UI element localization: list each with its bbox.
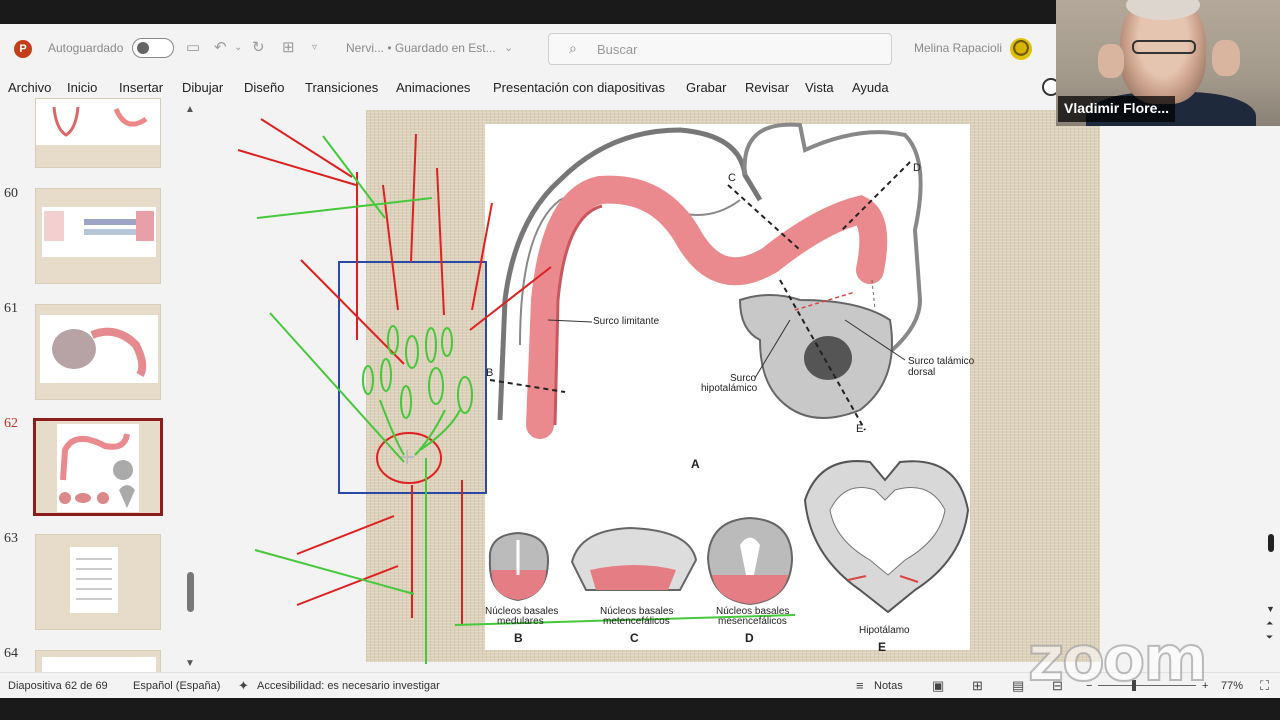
accessibility-icon[interactable]: ✦ bbox=[238, 678, 249, 694]
section-b bbox=[488, 531, 550, 602]
label-surco-hipotalamico-2: hipotalámico bbox=[701, 383, 758, 394]
figure-letter-b: B bbox=[514, 631, 523, 645]
language-indicator[interactable]: Español (España) bbox=[133, 680, 220, 692]
normal-view-icon[interactable]: ▣ bbox=[932, 678, 944, 694]
fit-to-window-icon[interactable]: ⛶ bbox=[1260, 678, 1269, 694]
label-nucleos-medulares-2: medulares bbox=[497, 616, 544, 627]
participant-video[interactable]: Vladimir Flore... bbox=[1056, 0, 1280, 126]
reading-view-icon[interactable]: ▤ bbox=[1012, 678, 1024, 694]
label-nucleos-mesenc-2: mesencefálicos bbox=[718, 616, 787, 627]
figure-letter-e: E bbox=[878, 640, 887, 654]
notes-icon[interactable]: ≡ bbox=[856, 678, 864, 693]
slide-sorter-icon[interactable]: ⊞ bbox=[972, 678, 983, 694]
prev-slide-icon[interactable]: ⏶ bbox=[1266, 618, 1273, 629]
bottom-black-bar bbox=[0, 698, 1280, 720]
line-letter-e: E bbox=[856, 423, 864, 435]
line-letter-b: B bbox=[486, 367, 494, 379]
line-letter-c: C bbox=[728, 172, 736, 184]
scroll-down-arrow-icon[interactable]: ▼ bbox=[1266, 604, 1275, 614]
zoom-level[interactable]: 77% bbox=[1221, 680, 1243, 692]
figure-letter-d: D bbox=[745, 631, 754, 645]
figure-letter-a: A bbox=[691, 457, 700, 471]
next-slide-icon[interactable]: ⏷ bbox=[1266, 632, 1273, 643]
participant-name: Vladimir Flore... bbox=[1058, 96, 1176, 122]
section-e bbox=[803, 460, 970, 614]
label-hipotalamo: Hipotálamo bbox=[859, 625, 910, 636]
section-d bbox=[706, 516, 794, 606]
section-c bbox=[570, 526, 698, 591]
line-letter-d: D bbox=[913, 162, 921, 174]
hypothalamic-core bbox=[804, 336, 852, 380]
label-surco-limitante: Surco limitante bbox=[593, 316, 660, 327]
slide-counter: Diapositiva 62 de 69 bbox=[8, 680, 108, 692]
label-surco-talamico-1: Surco talámico bbox=[908, 356, 975, 367]
figure-letter-c: C bbox=[630, 631, 639, 645]
accessibility-status[interactable]: Accesibilidad: es necesario investigar bbox=[257, 680, 440, 692]
notes-button[interactable]: Notas bbox=[874, 680, 903, 692]
zoom-watermark: zoom bbox=[1027, 621, 1209, 696]
label-nucleos-metenc-2: metencefálicos bbox=[603, 616, 670, 627]
slide-scrollbar[interactable]: ▼ ⏶ ⏷ bbox=[1262, 102, 1280, 672]
slide-scroll-thumb[interactable] bbox=[1268, 534, 1274, 552]
label-surco-talamico-2: dorsal bbox=[908, 367, 936, 378]
